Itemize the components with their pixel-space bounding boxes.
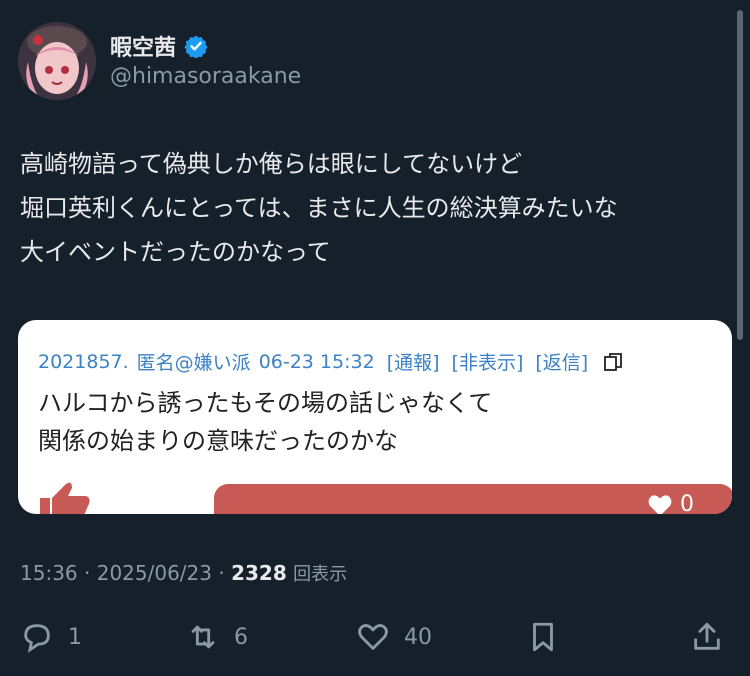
post-number: 2021857. — [38, 350, 129, 373]
tweet-time[interactable]: 15:36 — [20, 561, 78, 585]
share-icon — [694, 622, 720, 650]
tweet-date[interactable]: 2025/06/23 — [97, 561, 212, 585]
share-button[interactable] — [690, 620, 724, 654]
retweet-count: 6 — [234, 624, 248, 650]
retweet-button[interactable]: 6 — [186, 620, 248, 654]
copy-icon — [602, 351, 624, 373]
bookmark-button[interactable] — [526, 620, 560, 654]
reply-button[interactable]: 1 — [20, 620, 82, 654]
like-button[interactable]: 40 — [356, 620, 432, 654]
tweet-line: 堀口英利くんにとっては、まさに人生の総決算みたいな — [20, 194, 618, 222]
post-body-line: 関係の始まりの意味だったのかな — [38, 427, 398, 455]
post-body-line: ハルコから誘ったもその場の話じゃなくて — [38, 389, 493, 417]
thumbs-up-icon — [30, 480, 92, 514]
reply-link: [返信] — [535, 352, 589, 374]
tweet-line: 高崎物語って偽典しか俺らは眼にしてないけど — [20, 150, 523, 178]
post-body: ハルコから誘ったもその場の話じゃなくて 関係の始まりの意味だったのかな — [38, 384, 492, 460]
tweet-meta: 15:36 · 2025/06/23 · 2328 回表示 — [20, 560, 347, 586]
view-label: 回表示 — [293, 564, 348, 585]
display-name[interactable]: 暇空茜 — [110, 30, 176, 62]
like-bar: 0 — [214, 484, 732, 514]
hide-link: [非表示] — [451, 352, 524, 374]
action-bar: 1 6 40 — [0, 612, 750, 662]
post-meta: 2021857. 匿名@嫌い派 06-23 15:32 [通報] [非表示] [… — [38, 348, 624, 375]
report-link: [通報] — [386, 352, 440, 374]
tweet-line: 大イベントだったのかなって — [20, 238, 331, 266]
display-name-row[interactable]: 暇空茜 — [110, 30, 208, 62]
like-count: 0 — [680, 492, 694, 514]
like-counter: 0 — [646, 492, 694, 514]
attached-image[interactable]: 2021857. 匿名@嫌い派 06-23 15:32 [通報] [非表示] [… — [18, 320, 732, 514]
reply-icon — [24, 624, 50, 653]
view-count: 2328 — [231, 561, 287, 585]
separator: · — [84, 561, 97, 585]
verified-badge-icon — [184, 34, 208, 59]
bookmark-icon — [533, 622, 553, 652]
post-date: 06-23 15:32 — [258, 350, 375, 373]
tweet-text: 高崎物語って偽典しか俺らは眼にしてないけど 堀口英利くんにとっては、まさに人生の… — [20, 142, 740, 274]
heart-icon — [648, 494, 672, 514]
avatar[interactable] — [18, 22, 96, 100]
post-author: 匿名@嫌い派 — [136, 352, 251, 374]
heart-icon — [358, 624, 388, 650]
retweet-icon — [191, 625, 215, 649]
user-handle[interactable]: @himasoraakane — [110, 64, 301, 89]
separator: · — [218, 561, 232, 585]
scrollbar[interactable] — [737, 10, 743, 340]
reply-count: 1 — [68, 624, 82, 650]
like-count: 40 — [404, 624, 432, 650]
